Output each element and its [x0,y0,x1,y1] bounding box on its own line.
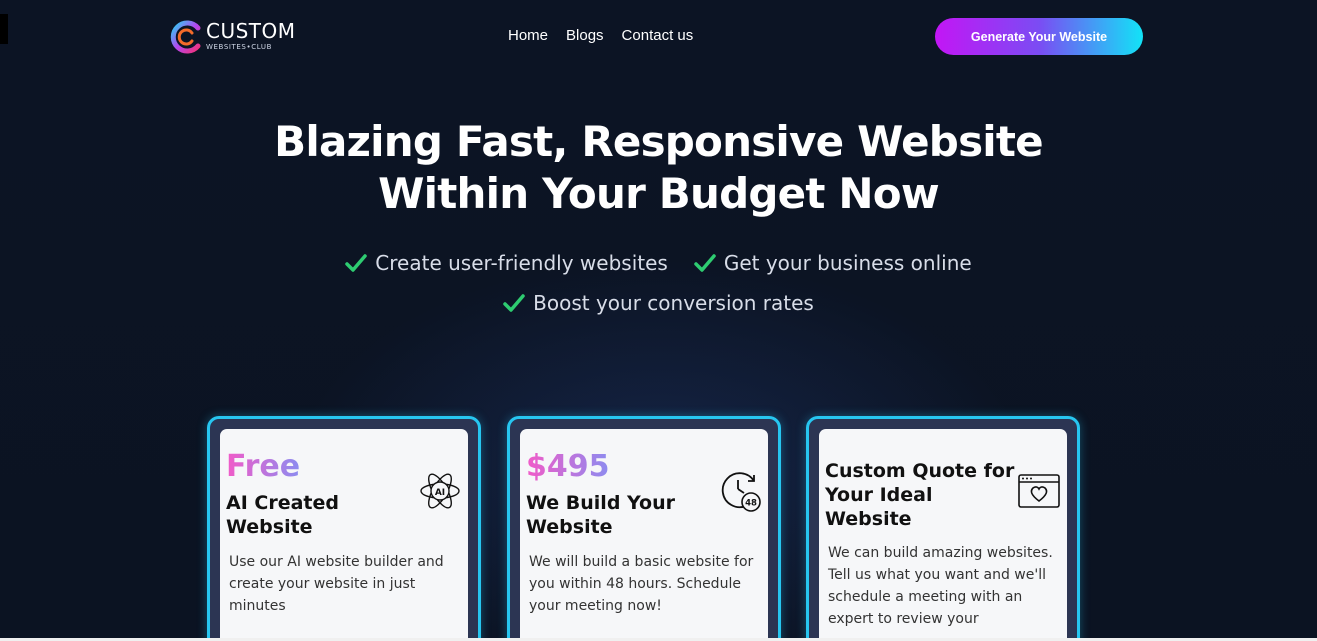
card-description: Use our AI website builder and create yo… [229,554,444,614]
check-icon [345,254,368,272]
logo-main-text: CUSTOM [206,19,296,43]
card-price: Free [226,449,301,484]
feature-text: Get your business online [723,251,972,275]
browser-heart-icon [1018,474,1060,508]
card-heading: We Build Your Website [526,492,675,538]
page: CUSTOM WEBSITES•CLUB Home Blogs Contact … [0,0,1317,641]
nav-blogs-link[interactable]: Blogs [566,26,604,46]
ai-icon: AI [420,473,460,509]
clock-48-icon: 48 [721,472,761,512]
feature-text: Boost your conversion rates [533,291,814,315]
site-logo[interactable]: CUSTOM WEBSITES•CLUB [168,18,295,56]
feature-item: Create user-friendly websites [345,251,668,275]
svg-text:48: 48 [745,499,757,509]
card-heading: AI Created Website [226,492,339,538]
corner-widget[interactable] [0,14,8,44]
pricing-card-custom[interactable]: Custom Quote for Your Ideal Website We c… [806,416,1080,641]
hero-title: Blazing Fast, Responsive Website Within … [0,116,1317,220]
feature-item: Get your business online [694,251,972,275]
card-price: $495 [526,449,610,484]
card-description: We will build a basic website for you wi… [529,554,754,614]
card-description: We can build amazing websites. Tell us w… [828,545,1053,627]
logo-sub-text: WEBSITES•CLUB [206,43,272,51]
card-heading: Custom Quote for Your Ideal Website [825,460,1015,530]
feature-list: Create user-friendly websites Get your b… [0,243,1317,323]
pricing-card-free[interactable]: Free AI Created Website AI Use our AI we… [207,416,481,641]
pricing-card-495[interactable]: $495 We Build Your Website 48 We will bu… [507,416,781,641]
generate-website-button[interactable]: Generate Your Website [935,18,1143,55]
hero-title-line1: Blazing Fast, Responsive Website [274,117,1043,166]
logo-ring-icon [170,20,201,54]
nav-contact-link[interactable]: Contact us [622,26,694,46]
hero-title-line2: Within Your Budget Now [378,169,940,218]
check-icon [694,254,716,272]
main-nav: Home Blogs Contact us [508,26,693,46]
feature-text: Create user-friendly websites [375,251,668,275]
feature-item: Boost your conversion rates [503,291,814,315]
nav-home-link[interactable]: Home [508,26,548,46]
check-icon [503,294,525,312]
svg-text:AI: AI [435,488,445,498]
